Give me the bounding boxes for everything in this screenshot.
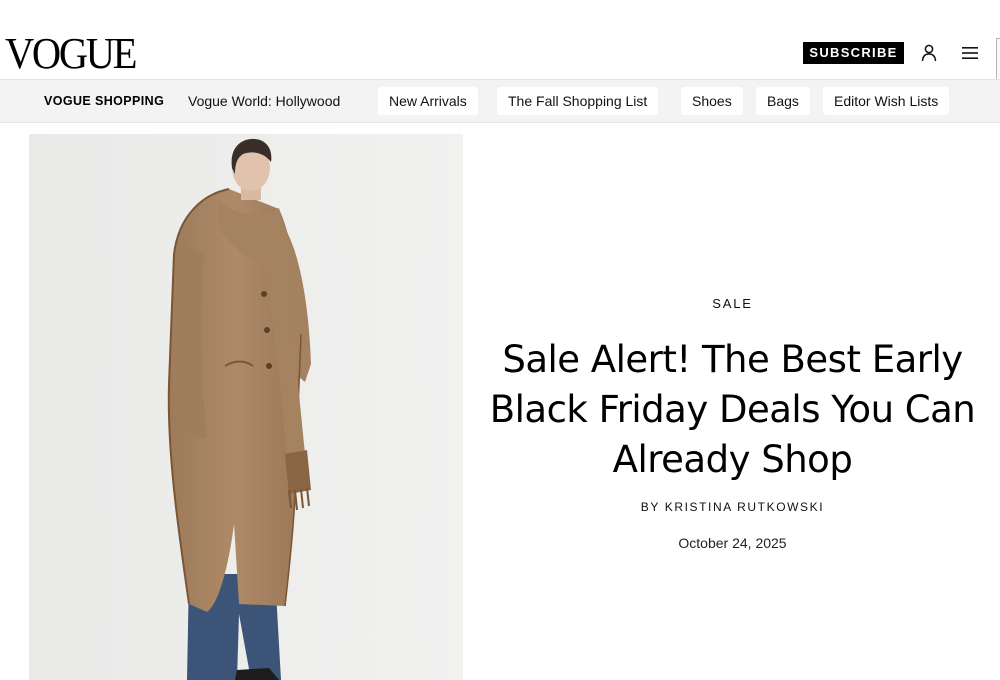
hamburger-menu-icon[interactable] bbox=[959, 42, 981, 64]
nav-link-shoes[interactable]: Shoes bbox=[681, 87, 743, 115]
shopping-nav-bar: VOGUE SHOPPING Vogue World: Hollywood Ne… bbox=[0, 79, 1000, 123]
byline-prefix: BY bbox=[640, 500, 660, 514]
account-icon[interactable] bbox=[918, 42, 940, 64]
nav-link-bags[interactable]: Bags bbox=[756, 87, 810, 115]
nav-link-vogue-world-hollywood[interactable]: Vogue World: Hollywood bbox=[177, 87, 351, 115]
hero-image[interactable] bbox=[29, 134, 463, 680]
site-header: VOGUE SUBSCRIBE bbox=[0, 0, 1000, 79]
nav-brand-vogue-shopping[interactable]: VOGUE SHOPPING bbox=[44, 80, 164, 122]
subscribe-button[interactable]: SUBSCRIBE bbox=[803, 42, 904, 64]
article-rubric[interactable]: SALE bbox=[480, 296, 985, 311]
article-date: October 24, 2025 bbox=[678, 535, 787, 551]
window-scrollbar-edge[interactable] bbox=[996, 38, 1000, 79]
article-byline: BY KRISTINA RUTKOWSKI bbox=[480, 500, 985, 514]
article-headline[interactable]: Sale Alert! The Best Early Black Friday … bbox=[480, 335, 985, 485]
nav-link-editor-wish-lists[interactable]: Editor Wish Lists bbox=[823, 87, 950, 115]
vogue-logo[interactable]: VOGUE bbox=[5, 32, 137, 76]
byline-author-link[interactable]: KRISTINA RUTKOWSKI bbox=[665, 500, 824, 514]
nav-link-new-arrivals[interactable]: New Arrivals bbox=[378, 87, 478, 115]
nav-link-fall-shopping-list[interactable]: The Fall Shopping List bbox=[497, 87, 659, 115]
